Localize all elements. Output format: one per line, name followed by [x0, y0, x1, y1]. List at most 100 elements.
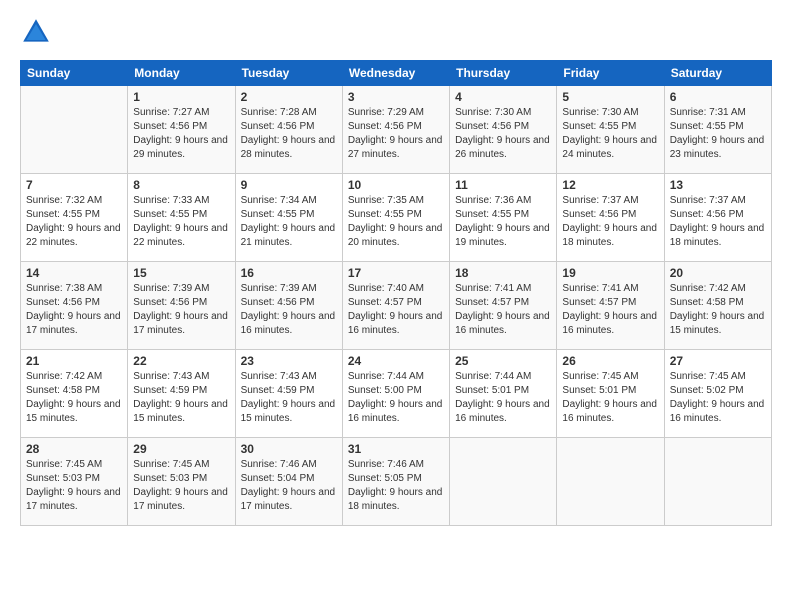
day-number: 15	[133, 266, 229, 280]
day-cell: 1 Sunrise: 7:27 AMSunset: 4:56 PMDaylight…	[128, 86, 235, 174]
day-info: Sunrise: 7:30 AMSunset: 4:55 PMDaylight:…	[562, 106, 658, 162]
day-number: 8	[133, 178, 229, 192]
day-cell: 31Sunrise: 7:46 AMSunset: 5:05 PMDayligh…	[342, 438, 449, 526]
day-info: Sunrise: 7:27 AMSunset: 4:56 PMDaylight:…	[133, 106, 229, 162]
week-row-5: 28 Sunrise: 7:45 AMSunset: 5:03 PMDayligh…	[21, 438, 772, 526]
day-number: 28	[26, 442, 122, 456]
day-number: 19	[562, 266, 658, 280]
day-cell: 13 Sunrise: 7:37 AMSunset: 4:56 PMDayligh…	[664, 174, 771, 262]
page: SundayMondayTuesdayWednesdayThursdayFrid…	[0, 0, 792, 612]
day-info: Sunrise: 7:37 AMSunset: 4:56 PMDaylight:…	[562, 194, 658, 250]
day-cell: 8Sunrise: 7:33 AMSunset: 4:55 PMDaylight…	[128, 174, 235, 262]
day-cell: 5Sunrise: 7:30 AMSunset: 4:55 PMDaylight…	[557, 86, 664, 174]
day-number: 29	[133, 442, 229, 456]
day-header-saturday: Saturday	[664, 61, 771, 86]
day-number: 13	[670, 178, 766, 192]
day-cell: 16 Sunrise: 7:39 AMSunset: 4:56 PMDayligh…	[235, 262, 342, 350]
day-info: Sunrise: 7:45 AMSunset: 5:03 PMDaylight:…	[26, 458, 122, 514]
day-cell: 2 Sunrise: 7:28 AMSunset: 4:56 PMDaylight…	[235, 86, 342, 174]
day-cell	[450, 438, 557, 526]
day-number: 14	[26, 266, 122, 280]
day-number: 30	[241, 442, 337, 456]
day-info: Sunrise: 7:29 AMSunset: 4:56 PMDaylight:…	[348, 106, 444, 162]
day-cell: 21 Sunrise: 7:42 AMSunset: 4:58 PMDayligh…	[21, 350, 128, 438]
day-cell: 24Sunrise: 7:44 AMSunset: 5:00 PMDayligh…	[342, 350, 449, 438]
day-cell: 4 Sunrise: 7:30 AMSunset: 4:56 PMDaylight…	[450, 86, 557, 174]
day-number: 10	[348, 178, 444, 192]
header	[20, 16, 772, 48]
day-info: Sunrise: 7:42 AMSunset: 4:58 PMDaylight:…	[26, 370, 122, 426]
day-number: 16	[241, 266, 337, 280]
day-cell: 17Sunrise: 7:40 AMSunset: 4:57 PMDayligh…	[342, 262, 449, 350]
day-cell: 29 Sunrise: 7:45 AMSunset: 5:03 PMDayligh…	[128, 438, 235, 526]
day-header-tuesday: Tuesday	[235, 61, 342, 86]
day-number: 7	[26, 178, 122, 192]
day-cell: 6 Sunrise: 7:31 AMSunset: 4:55 PMDaylight…	[664, 86, 771, 174]
day-info: Sunrise: 7:31 AMSunset: 4:55 PMDaylight:…	[670, 106, 766, 162]
day-cell	[664, 438, 771, 526]
day-info: Sunrise: 7:44 AMSunset: 5:01 PMDaylight:…	[455, 370, 551, 426]
day-cell: 15 Sunrise: 7:39 AMSunset: 4:56 PMDayligh…	[128, 262, 235, 350]
day-info: Sunrise: 7:39 AMSunset: 4:56 PMDaylight:…	[241, 282, 337, 338]
day-info: Sunrise: 7:45 AMSunset: 5:01 PMDaylight:…	[562, 370, 658, 426]
day-cell	[21, 86, 128, 174]
day-number: 4	[455, 90, 551, 104]
day-cell: 20 Sunrise: 7:42 AMSunset: 4:58 PMDayligh…	[664, 262, 771, 350]
day-number: 22	[133, 354, 229, 368]
day-cell: 3Sunrise: 7:29 AMSunset: 4:56 PMDaylight…	[342, 86, 449, 174]
day-info: Sunrise: 7:42 AMSunset: 4:58 PMDaylight:…	[670, 282, 766, 338]
day-cell: 22 Sunrise: 7:43 AMSunset: 4:59 PMDayligh…	[128, 350, 235, 438]
logo-icon	[20, 16, 52, 48]
day-info: Sunrise: 7:28 AMSunset: 4:56 PMDaylight:…	[241, 106, 337, 162]
day-number: 11	[455, 178, 551, 192]
day-header-sunday: Sunday	[21, 61, 128, 86]
day-cell: 27Sunrise: 7:45 AMSunset: 5:02 PMDayligh…	[664, 350, 771, 438]
week-row-4: 21 Sunrise: 7:42 AMSunset: 4:58 PMDayligh…	[21, 350, 772, 438]
day-header-thursday: Thursday	[450, 61, 557, 86]
day-info: Sunrise: 7:38 AMSunset: 4:56 PMDaylight:…	[26, 282, 122, 338]
day-cell: 25Sunrise: 7:44 AMSunset: 5:01 PMDayligh…	[450, 350, 557, 438]
day-cell: 11Sunrise: 7:36 AMSunset: 4:55 PMDayligh…	[450, 174, 557, 262]
day-info: Sunrise: 7:32 AMSunset: 4:55 PMDaylight:…	[26, 194, 122, 250]
day-info: Sunrise: 7:43 AMSunset: 4:59 PMDaylight:…	[133, 370, 229, 426]
day-info: Sunrise: 7:45 AMSunset: 5:02 PMDaylight:…	[670, 370, 766, 426]
logo	[20, 16, 56, 48]
week-row-2: 7 Sunrise: 7:32 AMSunset: 4:55 PMDaylight…	[21, 174, 772, 262]
day-number: 1	[133, 90, 229, 104]
day-number: 20	[670, 266, 766, 280]
day-cell: 23Sunrise: 7:43 AMSunset: 4:59 PMDayligh…	[235, 350, 342, 438]
days-of-week-row: SundayMondayTuesdayWednesdayThursdayFrid…	[21, 61, 772, 86]
day-number: 18	[455, 266, 551, 280]
day-number: 24	[348, 354, 444, 368]
day-info: Sunrise: 7:43 AMSunset: 4:59 PMDaylight:…	[241, 370, 337, 426]
day-number: 21	[26, 354, 122, 368]
day-number: 6	[670, 90, 766, 104]
day-info: Sunrise: 7:46 AMSunset: 5:04 PMDaylight:…	[241, 458, 337, 514]
day-cell: 10 Sunrise: 7:35 AMSunset: 4:55 PMDayligh…	[342, 174, 449, 262]
day-info: Sunrise: 7:41 AMSunset: 4:57 PMDaylight:…	[455, 282, 551, 338]
day-info: Sunrise: 7:40 AMSunset: 4:57 PMDaylight:…	[348, 282, 444, 338]
day-cell: 19 Sunrise: 7:41 AMSunset: 4:57 PMDayligh…	[557, 262, 664, 350]
day-info: Sunrise: 7:37 AMSunset: 4:56 PMDaylight:…	[670, 194, 766, 250]
day-cell: 12Sunrise: 7:37 AMSunset: 4:56 PMDayligh…	[557, 174, 664, 262]
day-info: Sunrise: 7:39 AMSunset: 4:56 PMDaylight:…	[133, 282, 229, 338]
day-number: 26	[562, 354, 658, 368]
day-number: 9	[241, 178, 337, 192]
day-info: Sunrise: 7:45 AMSunset: 5:03 PMDaylight:…	[133, 458, 229, 514]
day-info: Sunrise: 7:35 AMSunset: 4:55 PMDaylight:…	[348, 194, 444, 250]
day-cell: 7 Sunrise: 7:32 AMSunset: 4:55 PMDaylight…	[21, 174, 128, 262]
day-cell	[557, 438, 664, 526]
day-info: Sunrise: 7:34 AMSunset: 4:55 PMDaylight:…	[241, 194, 337, 250]
week-row-1: 1 Sunrise: 7:27 AMSunset: 4:56 PMDaylight…	[21, 86, 772, 174]
day-header-friday: Friday	[557, 61, 664, 86]
calendar-header: SundayMondayTuesdayWednesdayThursdayFrid…	[21, 61, 772, 86]
day-info: Sunrise: 7:30 AMSunset: 4:56 PMDaylight:…	[455, 106, 551, 162]
day-cell: 26 Sunrise: 7:45 AMSunset: 5:01 PMDayligh…	[557, 350, 664, 438]
day-info: Sunrise: 7:46 AMSunset: 5:05 PMDaylight:…	[348, 458, 444, 514]
day-info: Sunrise: 7:41 AMSunset: 4:57 PMDaylight:…	[562, 282, 658, 338]
week-row-3: 14 Sunrise: 7:38 AMSunset: 4:56 PMDayligh…	[21, 262, 772, 350]
day-cell: 28 Sunrise: 7:45 AMSunset: 5:03 PMDayligh…	[21, 438, 128, 526]
day-header-wednesday: Wednesday	[342, 61, 449, 86]
calendar: SundayMondayTuesdayWednesdayThursdayFrid…	[20, 60, 772, 526]
day-number: 2	[241, 90, 337, 104]
